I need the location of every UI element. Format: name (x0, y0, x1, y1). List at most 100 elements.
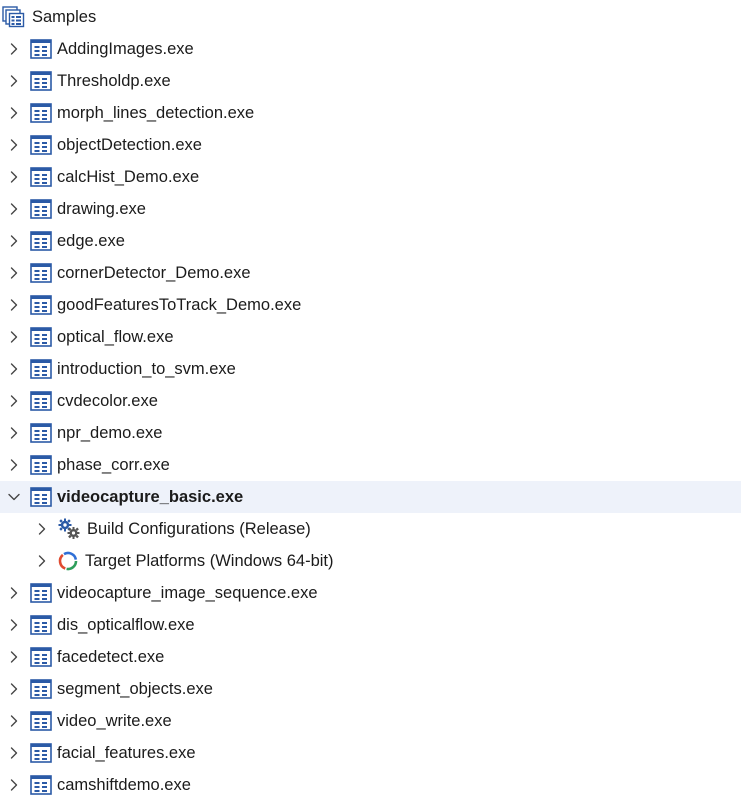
project-icon (30, 647, 52, 667)
chevron-right-icon[interactable] (7, 298, 21, 312)
chevron-right-icon[interactable] (35, 522, 49, 536)
chevron-right-icon[interactable] (7, 138, 21, 152)
tree-item-target-platforms-windows-64-bit[interactable]: Target Platforms (Windows 64-bit) (0, 545, 741, 577)
project-icon (30, 295, 52, 315)
project-tree: Samples AddingImages.exe Thresholdp.exe mo… (0, 0, 741, 811)
tree-item-dis-opticalflow[interactable]: dis_opticalflow.exe (0, 609, 741, 641)
tree-root-samples[interactable]: Samples (0, 1, 741, 33)
chevron-right-icon[interactable] (7, 650, 21, 664)
tree-item-label: facial_features.exe (57, 744, 196, 762)
project-icon (30, 231, 52, 251)
tree-item-label: phase_corr.exe (57, 456, 170, 474)
tree-item-label: camshiftdemo.exe (57, 776, 191, 794)
project-icon (30, 679, 52, 699)
project-icon (30, 583, 52, 603)
tree-item-label: Target Platforms (Windows 64-bit) (85, 552, 334, 570)
tree-item-goodfeaturestotrack-demo[interactable]: goodFeaturesToTrack_Demo.exe (0, 289, 741, 321)
tree-item-cvdecolor[interactable]: cvdecolor.exe (0, 385, 741, 417)
gears-icon (57, 518, 81, 540)
tree-item-label: npr_demo.exe (57, 424, 163, 442)
project-icon (30, 487, 52, 507)
chevron-right-icon[interactable] (7, 394, 21, 408)
tree-item-label: Thresholdp.exe (57, 72, 171, 90)
tree-item-label: cornerDetector_Demo.exe (57, 264, 251, 282)
tree-item-addingimages[interactable]: AddingImages.exe (0, 33, 741, 65)
tree-item-label: Build Configurations (Release) (87, 520, 311, 538)
project-icon (30, 711, 52, 731)
tree-item-label: AddingImages.exe (57, 40, 194, 58)
tree-item-label: videocapture_image_sequence.exe (57, 584, 318, 602)
chevron-right-icon[interactable] (7, 426, 21, 440)
tree-item-morph-lines-detection[interactable]: morph_lines_detection.exe (0, 97, 741, 129)
tree-item-label: videocapture_basic.exe (57, 488, 244, 506)
project-icon (30, 359, 52, 379)
tree-item-label: facedetect.exe (57, 648, 165, 666)
tree-item-segment-objects[interactable]: segment_objects.exe (0, 673, 741, 705)
chevron-right-icon[interactable] (7, 42, 21, 56)
tree-item-optical-flow[interactable]: optical_flow.exe (0, 321, 741, 353)
tree-item-camshiftdemo[interactable]: camshiftdemo.exe (0, 769, 741, 801)
chevron-right-icon[interactable] (7, 234, 21, 248)
chevron-right-icon[interactable] (35, 554, 49, 568)
project-icon (30, 743, 52, 763)
tree-root-label: Samples (32, 8, 97, 26)
tree-item-videocapture-basic[interactable]: videocapture_basic.exe (0, 481, 741, 513)
project-icon (30, 167, 52, 187)
chevron-right-icon[interactable] (7, 746, 21, 760)
tree-item-label: segment_objects.exe (57, 680, 213, 698)
project-icon (30, 423, 52, 443)
project-icon (30, 615, 52, 635)
tree-item-video-write[interactable]: video_write.exe (0, 705, 741, 737)
chevron-right-icon[interactable] (7, 330, 21, 344)
project-icon (30, 391, 52, 411)
tree-item-label: drawing.exe (57, 200, 146, 218)
tree-item-label: cvdecolor.exe (57, 392, 158, 410)
project-icon (30, 71, 52, 91)
tree-item-phase-corr[interactable]: phase_corr.exe (0, 449, 741, 481)
project-icon (30, 327, 52, 347)
target-platforms-icon (57, 550, 79, 572)
project-icon (30, 775, 52, 795)
tree-item-calchist-demo[interactable]: calcHist_Demo.exe (0, 161, 741, 193)
tree-item-drawing[interactable]: drawing.exe (0, 193, 741, 225)
tree-item-npr-demo[interactable]: npr_demo.exe (0, 417, 741, 449)
chevron-right-icon[interactable] (7, 682, 21, 696)
tree-item-label: objectDetection.exe (57, 136, 202, 154)
project-icon (30, 103, 52, 123)
chevron-right-icon[interactable] (7, 266, 21, 280)
chevron-right-icon[interactable] (7, 362, 21, 376)
project-icon (30, 199, 52, 219)
tree-item-label: morph_lines_detection.exe (57, 104, 255, 122)
tree-item-objectdetection[interactable]: objectDetection.exe (0, 129, 741, 161)
tree-item-label: goodFeaturesToTrack_Demo.exe (57, 296, 302, 314)
project-icon (30, 263, 52, 283)
tree-item-introduction-to-svm[interactable]: introduction_to_svm.exe (0, 353, 741, 385)
tree-item-label: calcHist_Demo.exe (57, 168, 200, 186)
chevron-right-icon[interactable] (7, 618, 21, 632)
tree-item-cornerdetector-demo[interactable]: cornerDetector_Demo.exe (0, 257, 741, 289)
tree-item-facedetect[interactable]: facedetect.exe (0, 641, 741, 673)
tree-item-label: introduction_to_svm.exe (57, 360, 236, 378)
chevron-down-icon[interactable] (7, 490, 21, 504)
chevron-right-icon[interactable] (7, 74, 21, 88)
tree-item-label: edge.exe (57, 232, 125, 250)
solution-icon (2, 6, 26, 28)
chevron-right-icon[interactable] (7, 202, 21, 216)
project-icon (30, 39, 52, 59)
chevron-right-icon[interactable] (7, 458, 21, 472)
tree-item-edge[interactable]: edge.exe (0, 225, 741, 257)
project-icon (30, 455, 52, 475)
chevron-right-icon[interactable] (7, 586, 21, 600)
chevron-right-icon[interactable] (7, 714, 21, 728)
tree-item-label: dis_opticalflow.exe (57, 616, 195, 634)
tree-item-build-configurations-release[interactable]: Build Configurations (Release) (0, 513, 741, 545)
chevron-right-icon[interactable] (7, 170, 21, 184)
tree-item-label: optical_flow.exe (57, 328, 174, 346)
chevron-right-icon[interactable] (7, 778, 21, 792)
chevron-right-icon[interactable] (7, 106, 21, 120)
tree-item-thresholdp[interactable]: Thresholdp.exe (0, 65, 741, 97)
project-icon (30, 135, 52, 155)
tree-item-label: video_write.exe (57, 712, 172, 730)
tree-item-facial-features[interactable]: facial_features.exe (0, 737, 741, 769)
tree-item-videocapture-image-sequence[interactable]: videocapture_image_sequence.exe (0, 577, 741, 609)
